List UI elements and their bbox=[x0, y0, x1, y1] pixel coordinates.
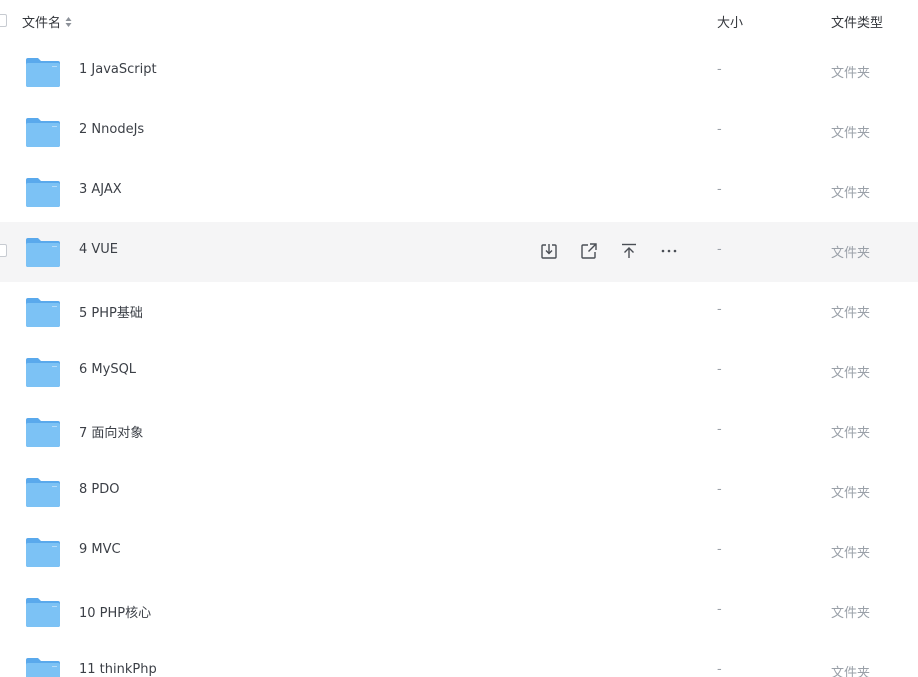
file-row[interactable]: 6 MySQL - 文件夹 bbox=[0, 342, 918, 402]
column-header-size[interactable]: 大小 bbox=[717, 12, 743, 31]
file-size: - bbox=[717, 302, 722, 317]
file-size: - bbox=[717, 662, 722, 677]
file-type: 文件夹 bbox=[831, 126, 871, 141]
share-button[interactable] bbox=[578, 240, 600, 262]
download-button[interactable] bbox=[538, 240, 560, 262]
folder-icon[interactable] bbox=[25, 474, 61, 510]
more-icon bbox=[660, 242, 678, 260]
file-name[interactable]: 9 MVC bbox=[79, 542, 121, 557]
file-name[interactable]: 7 面向对象 bbox=[79, 422, 143, 441]
file-row[interactable]: 2 NnodeJs - 文件夹 bbox=[0, 102, 918, 162]
file-row[interactable]: 7 面向对象 - 文件夹 bbox=[0, 402, 918, 462]
file-type: 文件夹 bbox=[831, 66, 871, 81]
file-row[interactable]: 11 thinkPhp - 文件夹 bbox=[0, 642, 918, 677]
file-type: 文件夹 bbox=[831, 426, 871, 441]
folder-icon[interactable] bbox=[25, 594, 61, 630]
file-name[interactable]: 2 NnodeJs bbox=[79, 122, 144, 137]
column-header-name[interactable]: 文件名 bbox=[22, 12, 72, 31]
file-name[interactable]: 11 thinkPhp bbox=[79, 662, 157, 677]
row-checkbox[interactable] bbox=[0, 244, 7, 257]
file-type: 文件夹 bbox=[831, 306, 871, 321]
file-list-header: 文件名 大小 文件类型 bbox=[0, 0, 918, 42]
folder-icon[interactable] bbox=[25, 294, 61, 330]
folder-icon[interactable] bbox=[25, 654, 61, 677]
folder-icon[interactable] bbox=[25, 234, 61, 270]
folder-icon[interactable] bbox=[25, 354, 61, 390]
download-icon bbox=[540, 242, 558, 260]
file-row[interactable]: 9 MVC - 文件夹 bbox=[0, 522, 918, 582]
file-size: - bbox=[717, 182, 722, 197]
select-all-checkbox[interactable] bbox=[0, 14, 7, 27]
file-list-page: 文件名 大小 文件类型 1 JavaScript - 文件夹 2 NnodeJs - 文件… bbox=[0, 0, 918, 677]
file-name[interactable]: 4 VUE bbox=[79, 242, 118, 257]
file-name[interactable]: 1 JavaScript bbox=[79, 62, 157, 77]
row-actions bbox=[538, 240, 698, 262]
column-header-name-label: 文件名 bbox=[22, 16, 62, 31]
file-row[interactable]: 4 VUE - 文件夹 bbox=[0, 222, 918, 282]
sort-icon[interactable] bbox=[65, 16, 72, 28]
file-size: - bbox=[717, 122, 722, 137]
file-size: - bbox=[717, 422, 722, 437]
file-row[interactable]: 8 PDO - 文件夹 bbox=[0, 462, 918, 522]
folder-icon[interactable] bbox=[25, 414, 61, 450]
file-name[interactable]: 3 AJAX bbox=[79, 182, 122, 197]
file-type: 文件夹 bbox=[831, 666, 871, 677]
file-size: - bbox=[717, 542, 722, 557]
folder-icon[interactable] bbox=[25, 54, 61, 90]
file-row[interactable]: 5 PHP基础 - 文件夹 bbox=[0, 282, 918, 342]
file-name[interactable]: 6 MySQL bbox=[79, 362, 136, 377]
folder-icon[interactable] bbox=[25, 174, 61, 210]
file-type: 文件夹 bbox=[831, 366, 871, 381]
file-size: - bbox=[717, 482, 722, 497]
file-row[interactable]: 10 PHP核心 - 文件夹 bbox=[0, 582, 918, 642]
file-size: - bbox=[717, 62, 722, 77]
more-button[interactable] bbox=[658, 240, 680, 262]
file-type: 文件夹 bbox=[831, 246, 871, 261]
file-type: 文件夹 bbox=[831, 546, 871, 561]
column-header-type[interactable]: 文件类型 bbox=[831, 12, 883, 31]
file-row[interactable]: 1 JavaScript - 文件夹 bbox=[0, 42, 918, 102]
move-to-top-icon bbox=[620, 242, 638, 260]
file-name[interactable]: 10 PHP核心 bbox=[79, 602, 151, 621]
file-type: 文件夹 bbox=[831, 486, 871, 501]
file-type: 文件夹 bbox=[831, 606, 871, 621]
file-type: 文件夹 bbox=[831, 186, 871, 201]
file-size: - bbox=[717, 362, 722, 377]
share-icon bbox=[580, 242, 598, 260]
file-name[interactable]: 5 PHP基础 bbox=[79, 302, 143, 321]
file-size: - bbox=[717, 602, 722, 617]
file-size: - bbox=[717, 242, 722, 257]
folder-icon[interactable] bbox=[25, 114, 61, 150]
file-row[interactable]: 3 AJAX - 文件夹 bbox=[0, 162, 918, 222]
folder-icon[interactable] bbox=[25, 534, 61, 570]
file-list: 1 JavaScript - 文件夹 2 NnodeJs - 文件夹 3 AJAX - 文件夹 4… bbox=[0, 42, 918, 677]
file-name[interactable]: 8 PDO bbox=[79, 482, 120, 497]
move-to-top-button[interactable] bbox=[618, 240, 640, 262]
